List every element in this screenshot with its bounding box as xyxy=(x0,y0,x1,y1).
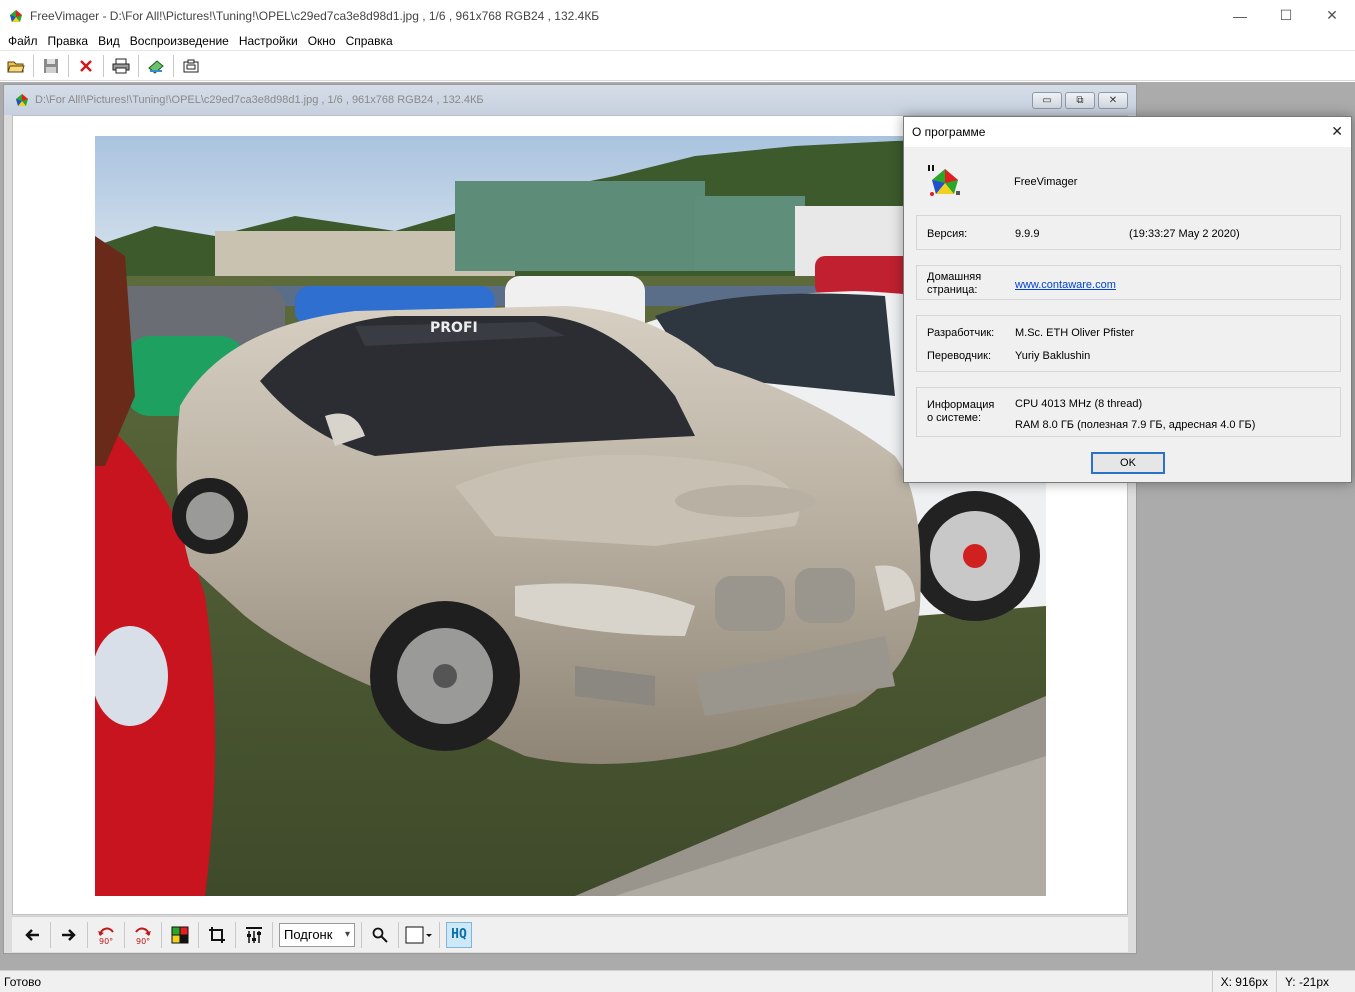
previous-arrow-icon[interactable] xyxy=(16,921,48,949)
open-icon[interactable] xyxy=(3,54,29,78)
cursor-x: X: 916px xyxy=(1211,970,1276,992)
fit-mode-value: Подгонк xyxy=(284,927,333,942)
homepage-link[interactable]: www.contaware.com xyxy=(1015,279,1116,291)
menu-bar: Файл Правка Вид Воспроизведение Настройк… xyxy=(0,31,1355,51)
about-close-icon[interactable]: ✕ xyxy=(1331,123,1343,140)
menu-help[interactable]: Справка xyxy=(341,34,398,48)
build-date: (19:33:27 May 2 2020) xyxy=(1129,228,1240,240)
freevimager-logo-icon xyxy=(928,163,962,197)
viewer-toolbar: 90° 90° Подгонк ▾ HQ xyxy=(12,916,1128,952)
main-titlebar: FreeVimager - D:\For All!\Pictures!\Tuni… xyxy=(0,0,1355,31)
child-close-button[interactable]: ✕ xyxy=(1098,92,1128,109)
child-minimize-button[interactable]: ▭ xyxy=(1032,92,1062,109)
sysinfo-label-line1: Информация xyxy=(927,399,995,411)
delete-icon[interactable] xyxy=(73,54,99,78)
mdi-area: D:\For All!\Pictures!\Tuning!\OPEL\c29ed… xyxy=(0,82,1355,970)
about-titlebar[interactable]: О программе ✕ xyxy=(904,117,1351,147)
rotate-right-icon[interactable]: 90° xyxy=(127,921,159,949)
homepage-label-line1: Домашняя xyxy=(927,271,982,283)
sysinfo-label-line2: о системе: xyxy=(927,412,982,424)
menu-view[interactable]: Вид xyxy=(93,34,125,48)
sysinfo-group: Информация о системе: CPU 4013 MHz (8 th… xyxy=(916,387,1341,437)
svg-text:PROFI: PROFI xyxy=(430,320,478,336)
homepage-label-line2: страница: xyxy=(927,284,978,296)
credits-group: Разработчик: M.Sc. ETH Oliver Pfister Пе… xyxy=(916,315,1341,372)
cursor-y: Y: -21px xyxy=(1275,970,1355,992)
document-icon xyxy=(15,93,29,107)
capture-icon[interactable] xyxy=(178,54,204,78)
developer-label: Разработчик: xyxy=(927,327,995,339)
child-restore-button[interactable]: ⧉ xyxy=(1065,92,1095,109)
window-title: FreeVimager - D:\For All!\Pictures!\Tuni… xyxy=(30,8,600,23)
rotate-left-icon[interactable]: 90° xyxy=(90,921,122,949)
fit-mode-dropdown[interactable]: Подгонк ▾ xyxy=(279,922,355,947)
menu-window[interactable]: Окно xyxy=(303,34,341,48)
crop-icon[interactable] xyxy=(201,921,233,949)
version-label: Версия: xyxy=(927,228,968,240)
menu-file[interactable]: Файл xyxy=(3,34,43,48)
ok-button[interactable]: OK xyxy=(1091,452,1165,474)
ram-info: RAM 8.0 ГБ (полезная 7.9 ГБ, адресная 4.… xyxy=(1015,419,1256,431)
freevimager-app-icon xyxy=(8,8,24,24)
minimize-button[interactable]: — xyxy=(1217,0,1263,31)
child-titlebar[interactable]: D:\For All!\Pictures!\Tuning!\OPEL\c29ed… xyxy=(4,85,1136,115)
next-arrow-icon[interactable] xyxy=(53,921,85,949)
version-group: Версия: 9.9.9 (19:33:27 May 2 2020) xyxy=(916,215,1341,250)
about-dialog: О программе ✕ FreeVimager Версия: 9.9.9 xyxy=(903,116,1352,483)
zoom-icon[interactable] xyxy=(364,921,396,949)
translator-value: Yuriy Baklushin xyxy=(1015,350,1091,362)
about-header: FreeVimager xyxy=(916,159,1341,209)
rotate-left-label: 90° xyxy=(99,937,113,945)
close-button[interactable]: ✕ xyxy=(1309,0,1355,31)
version-value: 9.9.9 xyxy=(1015,228,1040,240)
main-toolbar xyxy=(0,52,1355,81)
translator-label: Переводчик: xyxy=(927,350,992,362)
rotate-right-label: 90° xyxy=(136,937,150,945)
status-bar: Готово X: 916px Y: -21px xyxy=(0,970,1355,992)
menu-edit[interactable]: Правка xyxy=(43,34,94,48)
cpu-info: CPU 4013 MHz (8 thread) xyxy=(1015,398,1143,410)
about-app-name: FreeVimager xyxy=(1014,176,1078,188)
scan-icon[interactable] xyxy=(143,54,169,78)
background-color-icon[interactable] xyxy=(401,921,437,949)
maximize-button[interactable]: ☐ xyxy=(1263,0,1309,31)
color-adjust-icon[interactable] xyxy=(164,921,196,949)
levels-icon[interactable] xyxy=(238,921,270,949)
status-text: Готово xyxy=(4,974,42,989)
menu-settings[interactable]: Настройки xyxy=(234,34,303,48)
chevron-down-icon: ▾ xyxy=(344,929,350,940)
menu-play[interactable]: Воспроизведение xyxy=(125,34,234,48)
homepage-group: Домашняя страница: www.contaware.com xyxy=(916,265,1341,300)
print-icon[interactable] xyxy=(108,54,134,78)
about-title: О программе xyxy=(912,125,986,139)
save-icon[interactable] xyxy=(38,54,64,78)
developer-value: M.Sc. ETH Oliver Pfister xyxy=(1015,327,1135,339)
hq-toggle-button[interactable]: HQ xyxy=(446,921,472,948)
child-title: D:\For All!\Pictures!\Tuning!\OPEL\c29ed… xyxy=(35,94,484,106)
